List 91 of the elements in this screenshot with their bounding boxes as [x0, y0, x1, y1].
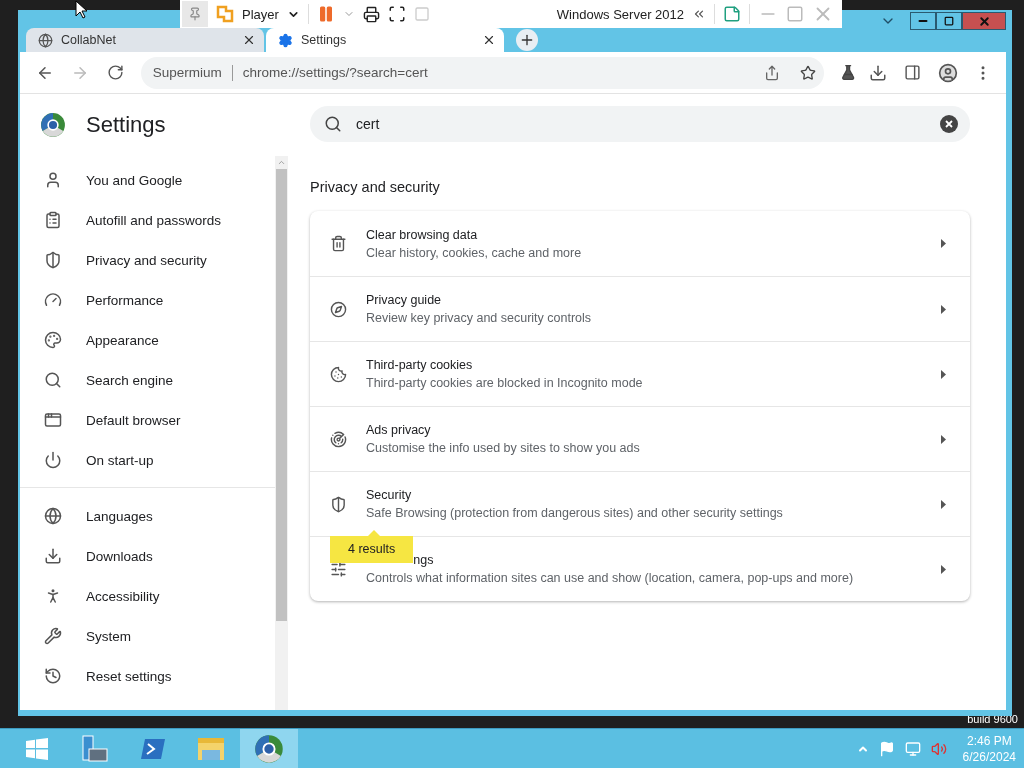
flask-icon[interactable]	[840, 64, 857, 81]
sidebar-item-icon	[44, 507, 62, 525]
sidebar-item[interactable]: Reset settings	[20, 656, 275, 696]
search-field[interactable]: cert	[310, 106, 970, 142]
row-icon	[330, 560, 347, 578]
row-description: Controls what information sites can use and show (location, camera, pop-ups and more)	[366, 571, 855, 585]
download-icon[interactable]	[868, 63, 887, 82]
row-icon	[330, 300, 347, 318]
sidebar-item[interactable]: Appearance	[20, 320, 275, 360]
sidebar-item[interactable]: Languages	[20, 496, 275, 536]
clear-search-icon[interactable]	[940, 115, 958, 133]
row-title[interactable]: Clear browsing data	[366, 227, 478, 242]
collapse-icon[interactable]	[692, 7, 706, 21]
row-description: Review key privacy and security controls	[366, 311, 593, 325]
profile-icon[interactable]	[937, 62, 958, 83]
browser-taskbar-button[interactable]	[240, 728, 298, 768]
bubble-pointer-icon	[368, 529, 380, 536]
server-manager-icon[interactable]	[80, 733, 110, 764]
sidebar-item[interactable]: Performance	[20, 280, 275, 320]
player-logo-icon	[216, 5, 234, 23]
caret-icon[interactable]	[941, 369, 946, 379]
close-icon[interactable]	[482, 33, 496, 47]
close-icon	[977, 14, 991, 28]
share-icon[interactable]	[764, 64, 780, 81]
sidebar-item-icon	[44, 547, 62, 565]
row-icon	[330, 365, 347, 383]
reload-icon[interactable]	[106, 64, 124, 81]
row-icon	[330, 495, 347, 513]
sidebar-item-icon	[44, 667, 62, 685]
sidebar-item[interactable]: System	[20, 616, 275, 656]
sidebar-item[interactable]: On start-up	[20, 440, 275, 480]
sidebar-item-icon	[44, 371, 62, 389]
powershell-icon[interactable]	[139, 736, 167, 761]
sidebar-item[interactable]: Privacy and security	[20, 240, 275, 280]
caret-icon[interactable]	[941, 304, 946, 314]
maximize-icon	[944, 16, 954, 26]
settings-icon	[278, 32, 293, 48]
pin-icon	[188, 7, 202, 21]
fullscreen-icon[interactable]	[387, 5, 406, 23]
sidebar-item[interactable]: Search engine	[20, 360, 275, 400]
bookmark-star-icon[interactable]	[800, 64, 816, 81]
address-bar[interactable]: Supermium chrome://settings/?search=cert	[140, 56, 824, 89]
row-title[interactable]: Privacy guide	[366, 293, 442, 307]
row-description: Third-party cookies are blocked in Incognito mode	[366, 376, 644, 390]
sidebar-item[interactable]: You and Google	[20, 160, 275, 200]
browser-logo-icon[interactable]	[254, 733, 284, 764]
player-menu[interactable]: Player	[242, 6, 279, 22]
sidebar-item[interactable]: Autofill and passwords	[20, 200, 275, 240]
minimize-button[interactable]	[910, 12, 936, 30]
caret-icon[interactable]	[941, 239, 946, 248]
page-title: Settings	[86, 112, 166, 138]
scrollbar[interactable]	[275, 156, 288, 710]
section-title: Privacy and security	[310, 179, 441, 195]
devices-icon[interactable]	[362, 5, 380, 23]
close-button[interactable]	[962, 12, 1006, 30]
globe-icon	[38, 32, 53, 48]
browser-tab[interactable]: Settings	[266, 28, 504, 52]
browser-tab[interactable]: CollabNet	[26, 28, 264, 52]
sidebar-item-icon	[44, 451, 62, 469]
row-title[interactable]: ngs	[413, 553, 434, 567]
row-title[interactable]: Third-party cookies	[366, 358, 473, 372]
row-description: Safe Browsing (protection from dangerous sites) and other security settings	[366, 506, 784, 520]
vm-name: Windows Server 2012	[556, 6, 684, 22]
plus-icon	[519, 32, 535, 48]
caret-icon[interactable]	[941, 564, 946, 574]
sidebar-item[interactable]: Accessibility	[20, 576, 275, 616]
sidebar-item-icon	[44, 251, 62, 269]
close-icon[interactable]	[242, 33, 256, 47]
caret-icon[interactable]	[941, 499, 946, 509]
mouse-pointer-icon	[75, 0, 87, 19]
maximize-button[interactable]	[936, 12, 962, 30]
sidebar-item-icon	[44, 331, 62, 349]
sidebar-item-icon	[44, 211, 62, 229]
sidebar-item-icon	[44, 171, 62, 189]
caret-icon[interactable]	[941, 434, 946, 444]
new-tab-button[interactable]	[516, 29, 538, 51]
row-description: Clear history, cookies, cache and more	[366, 245, 583, 260]
browser-logo	[40, 112, 66, 138]
sidebar-item-icon	[44, 291, 62, 309]
row-title[interactable]: Ads privacy	[366, 423, 431, 437]
note-icon[interactable]	[723, 5, 741, 23]
row-title[interactable]: Security	[366, 488, 412, 502]
sidebar-item[interactable]: Downloads	[20, 536, 275, 576]
row-description: Customise the info used by sites to show you ads	[366, 441, 641, 455]
sidebar-item-icon	[44, 627, 62, 645]
row-icon	[330, 430, 347, 448]
side-panel-icon[interactable]	[904, 64, 922, 81]
sidebar-item[interactable]: Default browser	[20, 400, 275, 440]
row-icon	[330, 235, 347, 252]
search-icon	[324, 115, 342, 133]
sidebar-item-icon	[44, 411, 62, 429]
